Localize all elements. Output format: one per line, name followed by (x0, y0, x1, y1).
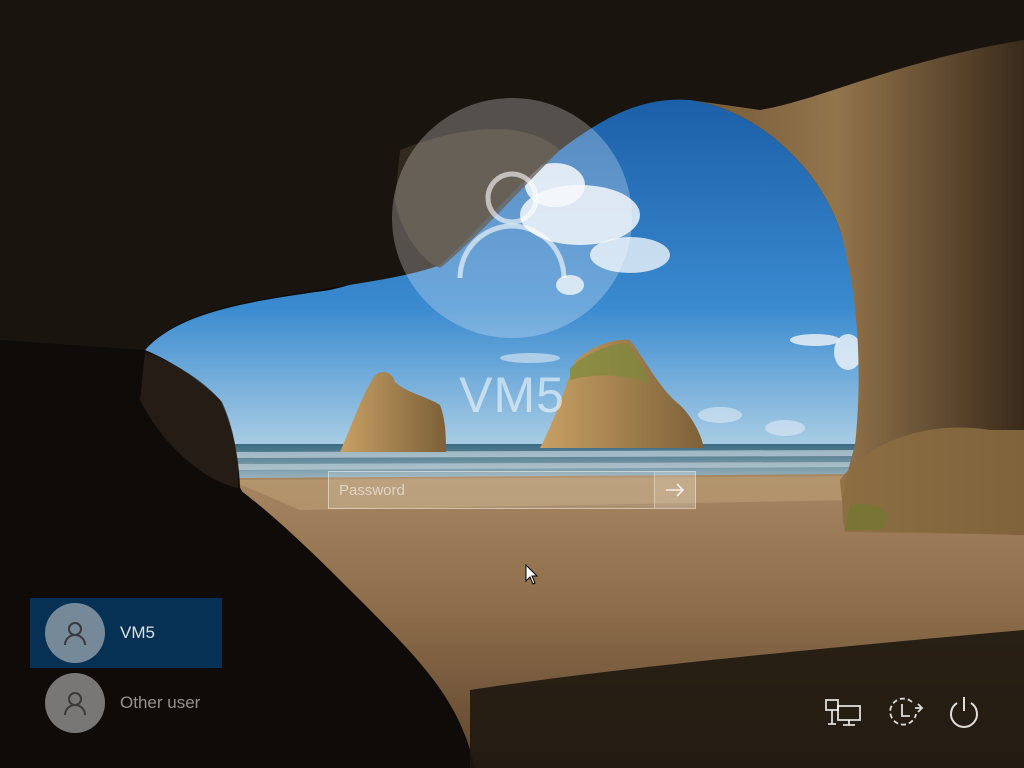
power-button[interactable] (942, 690, 986, 734)
lock-screen: VM5 VM5 Other user (0, 0, 1024, 768)
network-icon (825, 699, 861, 726)
user-avatar-icon (457, 171, 567, 279)
user-avatar-icon (45, 673, 105, 733)
username-heading: VM5 (459, 367, 565, 423)
password-field[interactable] (328, 471, 696, 509)
arrow-right-icon (666, 483, 685, 497)
user-item-label: VM5 (120, 623, 155, 642)
user-avatar-large (392, 98, 632, 338)
system-icons (820, 690, 990, 734)
submit-button[interactable] (654, 472, 695, 508)
ease-of-access-icon (889, 697, 924, 726)
mouse-cursor-icon (525, 564, 539, 585)
password-input[interactable] (329, 472, 654, 508)
user-item-vm5[interactable]: VM5 (30, 598, 222, 668)
power-icon (950, 697, 978, 728)
user-list: VM5 Other user (30, 598, 222, 738)
user-avatar-icon (45, 603, 105, 663)
network-button[interactable] (822, 690, 866, 734)
user-item-other-user[interactable]: Other user (30, 668, 222, 738)
user-item-label: Other user (120, 693, 201, 712)
ease-of-access-button[interactable] (882, 690, 926, 734)
